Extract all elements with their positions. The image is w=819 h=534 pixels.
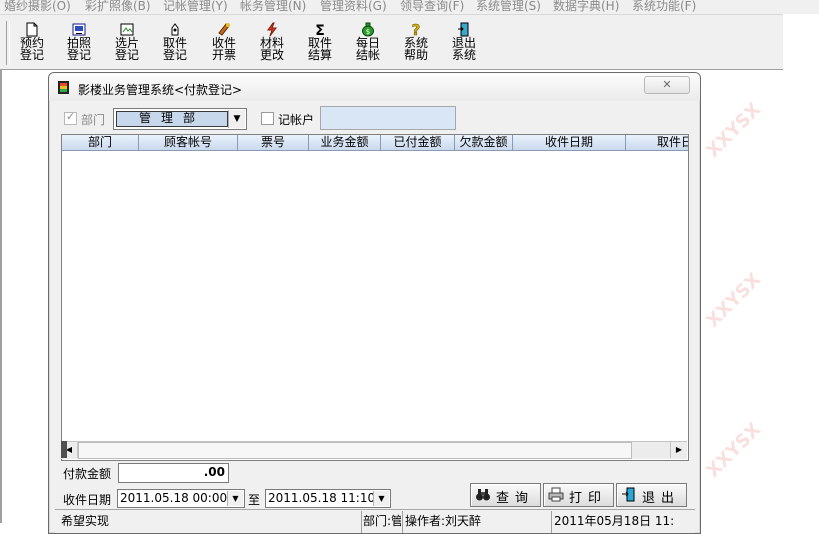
binoculars-icon: [476, 489, 490, 501]
toolbar-photo-register-button[interactable]: 拍照 登记: [61, 19, 97, 67]
exit-door-icon: [458, 22, 469, 37]
col-paid-amount[interactable]: 已付金额: [381, 135, 455, 151]
status-datetime: 2011年05月18日 11:1: [554, 514, 674, 528]
close-icon: ✕: [662, 78, 672, 91]
menu-bar: 婚纱摄影(O) 彩扩照像(B) 记帐管理(Y) 帐务管理(N) 管理资料(G) …: [0, 0, 819, 14]
grid-horizontal-scrollbar[interactable]: ◀ ▶: [61, 441, 687, 459]
dept-checkbox[interactable]: ✓: [64, 110, 77, 125]
scrollbar-thumb[interactable]: [78, 442, 632, 459]
print-label: 打印: [569, 491, 608, 506]
ticket-icon: [218, 23, 230, 36]
menu-manage-data[interactable]: 管理资料(G): [320, 0, 387, 14]
sigma-icon: Σ: [315, 23, 325, 37]
col-customer-account[interactable]: 顾客帐号: [139, 135, 238, 151]
grid-header: 部门 顾客帐号 票号 业务金额 已付金额 欠款金额 收件日期 取件日: [62, 135, 688, 151]
amount-label: 付款金额: [63, 467, 112, 481]
window-titlebar[interactable]: 影楼业务管理系统<付款登记> ✕: [49, 73, 700, 101]
status-divider: [551, 511, 552, 533]
exit-button[interactable]: 退出: [616, 483, 687, 507]
status-bar: 希望实现 部门:管 操作者:刘天醉 2011年05月18日 11:1: [55, 509, 695, 533]
date-to-picker[interactable]: 2011.05.18 11:10 ▼: [265, 489, 391, 508]
date-from-picker[interactable]: 2011.05.18 00:00 ▼: [117, 489, 245, 508]
payment-register-window: 影楼业务管理系统<付款登记> ✕ ✓ 部门 管理部 ▼ 记帐户 部门 顾客帐号 …: [48, 72, 701, 534]
chevron-down-icon[interactable]: ▼: [228, 110, 245, 128]
chevron-down-icon[interactable]: ▼: [227, 491, 243, 506]
camera-icon: [72, 23, 86, 36]
svg-text:$: $: [366, 28, 370, 36]
status-divider: [361, 511, 362, 533]
help-icon: ?: [411, 22, 421, 37]
chevron-down-icon[interactable]: ▼: [373, 491, 389, 506]
printer-icon: [548, 487, 564, 502]
dept-label: 部门: [81, 113, 106, 127]
col-dept[interactable]: 部门: [62, 135, 139, 151]
col-receive-date[interactable]: 收件日期: [513, 135, 626, 151]
amount-input[interactable]: .00: [118, 463, 229, 483]
toolbar-receive-invoice-button[interactable]: 收件 开票: [206, 19, 242, 67]
dept-selected-value: 管理部: [116, 111, 228, 127]
menu-leader-query[interactable]: 领导查询(F): [400, 0, 464, 14]
watermark: XXYSX: [702, 269, 766, 332]
toolbar-pickup-register-button[interactable]: 取件 登记: [157, 19, 193, 67]
window-title: 影楼业务管理系统<付款登记>: [78, 83, 243, 97]
toolbar-pickup-settle-button[interactable]: Σ 取件 结算: [302, 19, 338, 67]
print-button[interactable]: 打印: [543, 483, 614, 507]
material-icon: [267, 22, 277, 37]
date-from-value: 2011.05.18 00:00: [120, 491, 228, 505]
amount-value: .00: [203, 465, 225, 479]
dept-select[interactable]: 管理部 ▼: [113, 108, 247, 130]
mdi-client-edge: [0, 69, 2, 523]
col-ticket-no[interactable]: 票号: [238, 135, 309, 151]
query-label: 查询: [496, 491, 535, 506]
col-business-amount[interactable]: 业务金额: [309, 135, 381, 151]
toolbar: 预约 登记 拍照 登记 选片 登记 取件 登记 收件 开票 材料 更改 Σ 取件…: [0, 14, 783, 70]
menu-bookkeeping[interactable]: 记帐管理(Y): [163, 0, 228, 14]
app-icon: [58, 81, 69, 94]
status-operator: 操作者:刘天醉: [405, 514, 482, 528]
window-close-button[interactable]: ✕: [644, 76, 690, 94]
account-input[interactable]: [320, 106, 456, 130]
receive-date-label: 收件日期: [63, 493, 112, 507]
exit-door-icon: [622, 487, 635, 502]
col-pickup-date[interactable]: 取件日: [626, 135, 688, 151]
account-label: 记帐户: [278, 113, 315, 127]
status-divider: [402, 511, 403, 533]
toolbar-select-photo-button[interactable]: 选片 登记: [109, 19, 145, 67]
moneybag-icon: $: [362, 22, 374, 37]
col-owed-amount[interactable]: 欠款金额: [455, 135, 513, 151]
document-icon: [26, 22, 38, 37]
toolbar-reservation-button[interactable]: 预约 登记: [14, 19, 50, 67]
watermark: XXYSX: [702, 99, 766, 162]
toolbar-daily-close-button[interactable]: $ 每日 结帐: [350, 19, 386, 67]
payment-grid[interactable]: 部门 顾客帐号 票号 业务金额 已付金额 欠款金额 收件日期 取件日: [61, 134, 689, 461]
menu-system-manage[interactable]: 系统管理(S): [476, 0, 541, 14]
scroll-right-icon[interactable]: ▶: [670, 442, 687, 458]
menu-data-dictionary[interactable]: 数据字典(H): [553, 0, 619, 14]
date-to-label: 至: [248, 493, 261, 507]
status-message: 希望实现: [61, 514, 110, 528]
film-icon: [120, 23, 134, 36]
menu-color-print[interactable]: 彩扩照像(B): [85, 0, 151, 14]
account-checkbox[interactable]: [261, 112, 274, 125]
query-button[interactable]: 查询: [470, 483, 541, 507]
toolbar-exit-system-button[interactable]: 退出 系统: [446, 19, 482, 67]
filter-row: ✓ 部门 管理部 ▼ 记帐户: [49, 103, 700, 131]
pickup-icon: [171, 23, 179, 36]
status-dept: 部门:管: [363, 514, 401, 528]
toolbar-material-change-button[interactable]: 材料 更改: [254, 19, 290, 67]
exit-label: 退出: [642, 491, 681, 506]
date-to-value: 2011.05.18 11:10: [268, 491, 376, 505]
check-icon: ✓: [66, 110, 76, 123]
svg-text:?: ?: [412, 22, 421, 37]
scrollbar-corner: [61, 441, 67, 458]
toolbar-system-help-button[interactable]: ? 系统 帮助: [398, 19, 434, 67]
menu-wedding-photo[interactable]: 婚纱摄影(O): [4, 0, 71, 14]
menu-accounts[interactable]: 帐务管理(N): [240, 0, 306, 14]
svg-text:Σ: Σ: [315, 23, 325, 37]
menu-system-functions[interactable]: 系统功能(F): [632, 0, 696, 14]
toolbar-grip: [6, 21, 10, 65]
watermark: XXYSX: [702, 419, 766, 482]
